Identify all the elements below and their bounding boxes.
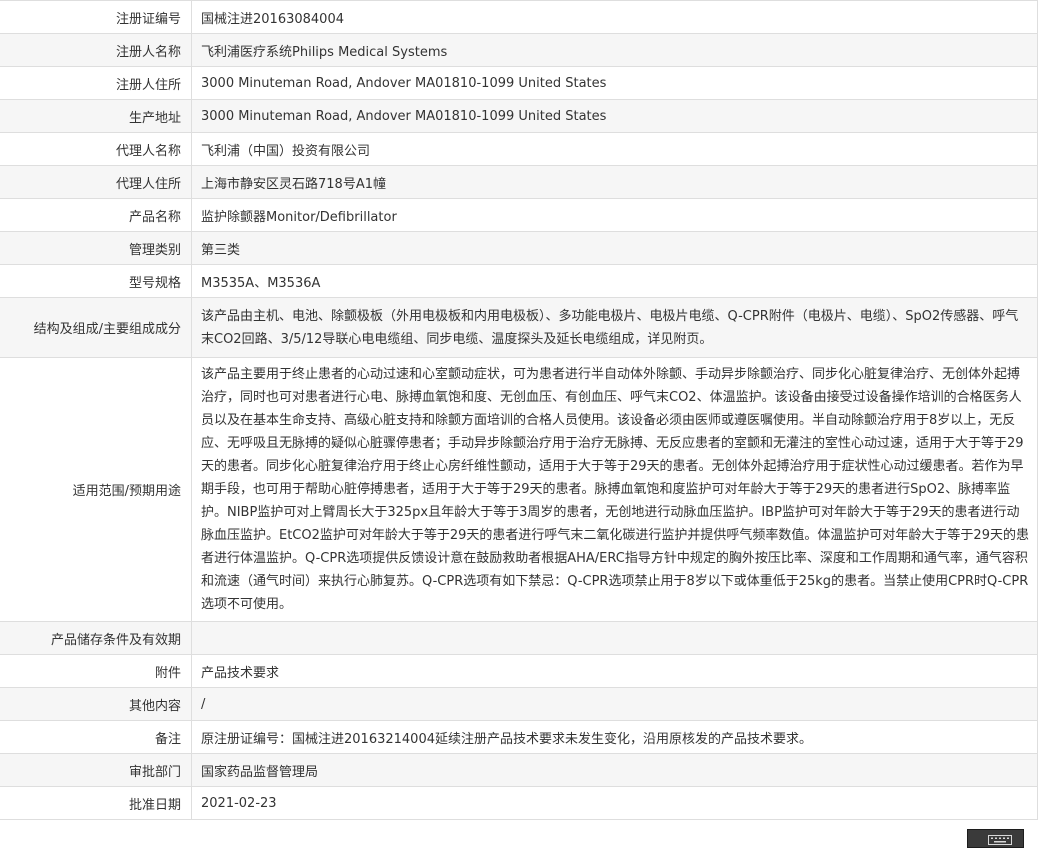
row-registrant-name: 注册人名称 飞利浦医疗系统Philips Medical Systems [0,33,1038,67]
row-value: 3000 Minuteman Road, Andover MA01810-109… [191,66,1038,100]
row-value: 国家药品监督管理局 [191,753,1038,787]
row-value: 2021-02-23 [191,786,1038,820]
row-value: 上海市静安区灵石路718号A1幢 [191,165,1038,199]
row-approval-department: 审批部门 国家药品监督管理局 [0,753,1038,787]
row-other-content: 其他内容 / [0,687,1038,721]
row-remarks: 备注 原注册证编号：国械注进20163214004延续注册产品技术要求未发生变化… [0,720,1038,754]
row-value: 3000 Minuteman Road, Andover MA01810-109… [191,99,1038,133]
row-attachment: 附件 产品技术要求 [0,654,1038,688]
row-storage-conditions: 产品储存条件及有效期 [0,621,1038,655]
keyboard-icon [988,835,1012,845]
row-label: 代理人住所 [0,165,192,199]
row-value: 该产品主要用于终止患者的心动过速和心室颤动症状，可为患者进行半自动体外除颤、手动… [191,357,1038,622]
row-label: 备注 [0,720,192,754]
row-label: 附件 [0,654,192,688]
row-value: 飞利浦医疗系统Philips Medical Systems [191,33,1038,67]
row-label: 产品储存条件及有效期 [0,621,192,655]
row-intended-use: 适用范围/预期用途 该产品主要用于终止患者的心动过速和心室颤动症状，可为患者进行… [0,357,1038,622]
row-label: 产品名称 [0,198,192,232]
row-value: 原注册证编号：国械注进20163214004延续注册产品技术要求未发生变化，沿用… [191,720,1038,754]
registration-detail-table: 注册证编号 国械注进20163084004 注册人名称 飞利浦医疗系统Phili… [0,0,1038,820]
row-label: 管理类别 [0,231,192,265]
row-value: M3535A、M3536A [191,264,1038,298]
row-model-spec: 型号规格 M3535A、M3536A [0,264,1038,298]
row-label: 结构及组成/主要组成成分 [0,297,192,358]
row-value: 飞利浦（中国）投资有限公司 [191,132,1038,166]
row-agent-address: 代理人住所 上海市静安区灵石路718号A1幢 [0,165,1038,199]
row-product-name: 产品名称 监护除颤器Monitor/Defibrillator [0,198,1038,232]
row-approval-date: 批准日期 2021-02-23 [0,786,1038,820]
row-production-address: 生产地址 3000 Minuteman Road, Andover MA0181… [0,99,1038,133]
row-label: 生产地址 [0,99,192,133]
row-label: 适用范围/预期用途 [0,357,192,622]
keyboard-toggle-button[interactable] [967,829,1024,848]
row-registration-number: 注册证编号 国械注进20163084004 [0,0,1038,34]
row-value: 第三类 [191,231,1038,265]
row-label: 注册证编号 [0,0,192,34]
row-value: 国械注进20163084004 [191,0,1038,34]
row-value: / [191,687,1038,721]
row-value: 产品技术要求 [191,654,1038,688]
row-label: 注册人住所 [0,66,192,100]
row-label: 注册人名称 [0,33,192,67]
row-structure-composition: 结构及组成/主要组成成分 该产品由主机、电池、除颤极板（外用电极板和内用电极板）… [0,297,1038,358]
row-label: 审批部门 [0,753,192,787]
row-agent-name: 代理人名称 飞利浦（中国）投资有限公司 [0,132,1038,166]
row-label: 批准日期 [0,786,192,820]
row-value [191,621,1038,655]
row-registrant-address: 注册人住所 3000 Minuteman Road, Andover MA018… [0,66,1038,100]
row-label: 代理人名称 [0,132,192,166]
row-label: 型号规格 [0,264,192,298]
row-value: 该产品由主机、电池、除颤极板（外用电极板和内用电极板）、多功能电极片、电极片电缆… [191,297,1038,358]
row-management-category: 管理类别 第三类 [0,231,1038,265]
row-value: 监护除颤器Monitor/Defibrillator [191,198,1038,232]
row-label: 其他内容 [0,687,192,721]
